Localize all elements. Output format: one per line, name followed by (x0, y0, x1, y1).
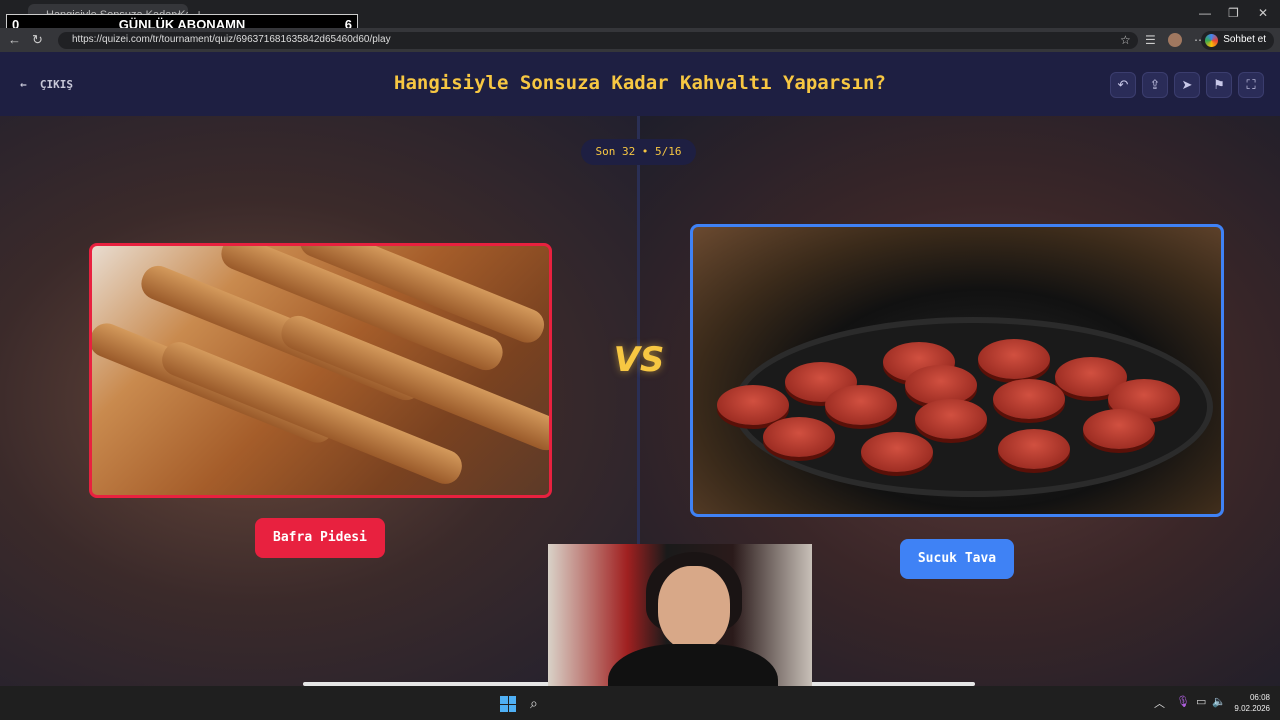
copilot-chat-button[interactable]: Sohbet et (1201, 31, 1274, 50)
windows-start-icon[interactable] (500, 696, 516, 712)
minimize-icon[interactable]: — (1199, 6, 1211, 20)
bookmark-star-icon[interactable]: ☆ (1120, 33, 1131, 47)
choice-card-right[interactable] (690, 224, 1224, 517)
sucuk-slice (861, 432, 933, 472)
windows-taskbar: ⌕ ︿ 🎙 ▭ 🔈 06:08 9.02.2026 (0, 686, 1280, 720)
quiz-header: ← ÇIKIŞ Hangisiyle Sonsuza Kadar Kahvalt… (0, 52, 1280, 116)
webcam-face (658, 566, 730, 650)
send-button[interactable]: ➤ (1174, 72, 1200, 98)
volume-icon[interactable]: 🔈 (1212, 695, 1226, 708)
sucuk-slice (763, 417, 835, 457)
sucuk-slice (915, 399, 987, 439)
flag-icon: ⚑ (1213, 77, 1225, 92)
share-button[interactable]: ⇪ (1142, 72, 1168, 98)
vs-lightning-icon: VS (613, 340, 665, 380)
network-icon[interactable]: ▭ (1196, 695, 1206, 708)
clock-time: 06:08 (1249, 693, 1270, 702)
url-field[interactable]: https://quizei.com/tr/tournament/quiz/69… (58, 32, 1138, 49)
sucuk-slice (717, 385, 789, 425)
restore-icon[interactable]: ❐ (1228, 6, 1239, 20)
search-icon[interactable]: ⌕ (530, 695, 538, 712)
round-indicator: Son 32 • 5/16 (581, 139, 696, 165)
tray-chevron-icon[interactable]: ︿ (1154, 695, 1165, 711)
choice-card-left[interactable] (89, 243, 552, 498)
page-title: Hangisiyle Sonsuza Kadar Kahvaltı Yapars… (394, 72, 886, 94)
share-icon: ⇪ (1149, 77, 1161, 92)
copilot-logo-icon (1205, 34, 1219, 47)
sucuk-slice (825, 385, 897, 425)
close-window-icon[interactable]: ✕ (1258, 6, 1268, 20)
reload-icon[interactable]: ↻ (32, 32, 43, 48)
sucuk-slice (1083, 409, 1155, 449)
microphone-icon[interactable]: 🎙 (1176, 695, 1190, 708)
sucuk-slice (978, 339, 1050, 379)
back-nav-icon[interactable]: ← (8, 32, 21, 47)
system-clock[interactable]: 06:08 9.02.2026 (1234, 692, 1270, 714)
fullscreen-button[interactable]: ⛶ (1238, 72, 1264, 98)
profile-avatar[interactable] (1168, 33, 1182, 47)
fullscreen-icon: ⛶ (1246, 77, 1256, 92)
browser-address-bar: ← ↻ https://quizei.com/tr/tournament/qui… (0, 28, 1280, 52)
favorites-icon[interactable]: ☰ (1145, 33, 1156, 47)
choice-label-right[interactable]: Sucuk Tava (900, 539, 1014, 579)
send-icon: ➤ (1181, 77, 1193, 92)
undo-button[interactable]: ↶ (1110, 72, 1136, 98)
clock-date: 9.02.2026 (1234, 704, 1270, 713)
chat-button-label: Sohbet et (1223, 34, 1266, 45)
report-button[interactable]: ⚑ (1206, 72, 1232, 98)
undo-icon: ↶ (1117, 77, 1129, 92)
choice-label-left[interactable]: Bafra Pidesi (255, 518, 385, 558)
sucuk-slice (993, 379, 1065, 419)
sucuk-slice (998, 429, 1070, 469)
